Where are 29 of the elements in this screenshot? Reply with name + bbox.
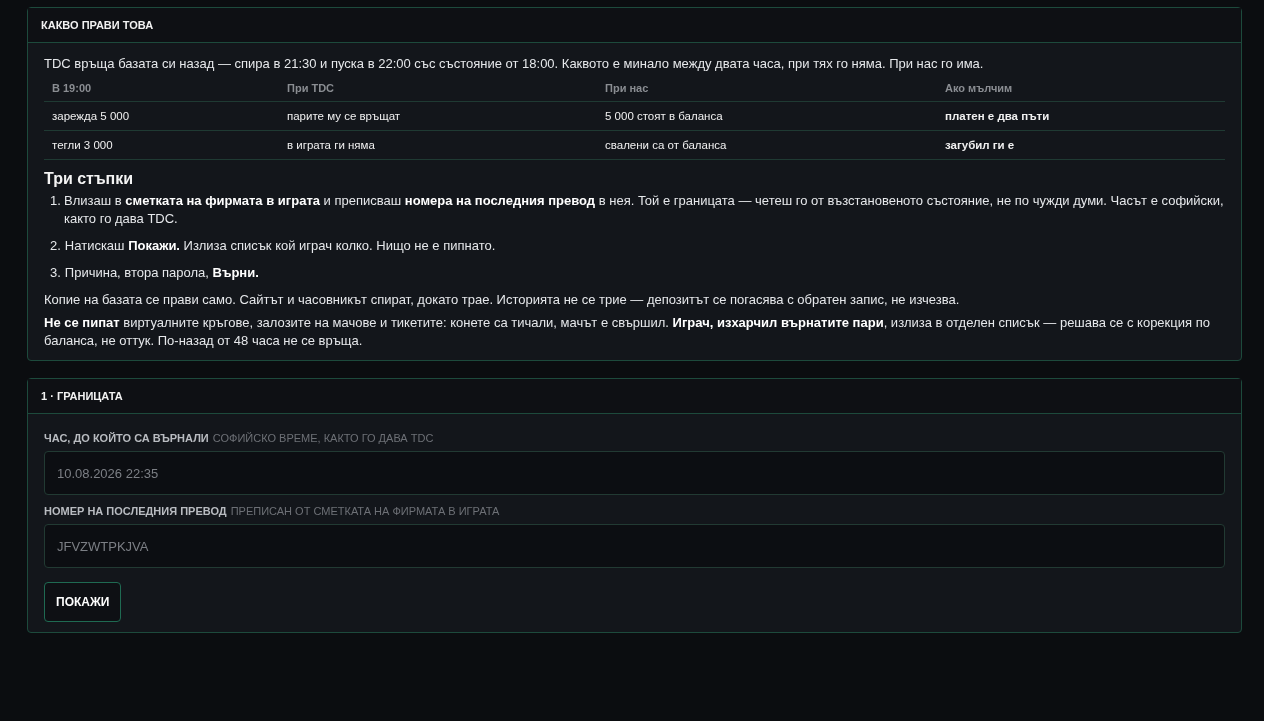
step-number: 2. [50,237,61,255]
intro-text: TDC връща базата си назад — спира в 21:30 и пуска в 22:00 със състояние от 18:00. Каквото е минало между двата часа, при тях го няма. При нас го има. [44,55,985,73]
table-cell: 5 000 стоят в баланса [597,102,937,131]
table-cell: парите му се връщат [279,102,597,131]
panel-title: КАКВО ПРАВИ ТОВА [28,8,1241,43]
table-cell: загубил ги е [937,131,1225,160]
input-field[interactable]: JFVZWTPKJVA [44,524,1225,568]
step-number: 3. [50,264,61,282]
table-cell: платен е два пъти [937,102,1225,131]
note-text: Копие на базата се прави само. Сайтът и часовникът спират, докато трае. Историята не се трие — депозитът се погасява с обратен запис, не изчезва. [44,291,961,309]
show-button[interactable]: ПОКАЖИ [44,582,122,622]
column-header: При нас [597,77,937,102]
step-text: Влизаш в сметката на фирмата в играта и преписваш номера на последния превод в нея. Той е границата — четеш го от възстановеното състояние, не по чужди думи. Часът е софийски, както го дава TDC. [64,192,1225,228]
step-number: 1. [50,192,60,210]
step-text: Натискаш Покажи. Излиза списък кой играч колко. Нищо не е пипнато. [64,237,496,255]
panel-title: 1 · ГРАНИЦАТА [28,379,1241,414]
table-cell: зарежда 5 000 [44,102,279,131]
table-cell: тегли 3 000 [44,131,279,160]
field-label: НОМЕР НА ПОСЛЕДНИЯ ПРЕВОД ПРЕПИСАН ОТ СМЕТКАТА НА ФИРМАТА В ИГРАТА [44,505,501,517]
section-heading: Три стъпки [44,170,135,188]
table-cell: в играта ги няма [279,131,597,160]
column-header: Ако мълчим [937,77,1225,102]
step-text: Причина, втора парола, Върни. [64,264,259,282]
column-header: При TDC [279,77,597,102]
column-header: В 19:00 [44,77,279,102]
field-label: ЧАС, ДО КОЙТО СА ВЪРНАЛИ СОФИЙСКО ВРЕМЕ, КАКТО ГО ДАВА TDC [44,432,435,444]
input-field[interactable]: 10.08.2026 22:35 [44,451,1225,495]
note-text: Не се пипат виртуалните кръгове, залозите на мачове и тикетите: конете са тичали, мачът е свършил. Играч, изхарчил върнатите пари, излиза в отделен списък — решава се с корекция по баланса, не оттук. По-назад от 48 часа не се връща. [44,314,1211,350]
table-cell: свалени са от баланса [597,131,937,160]
